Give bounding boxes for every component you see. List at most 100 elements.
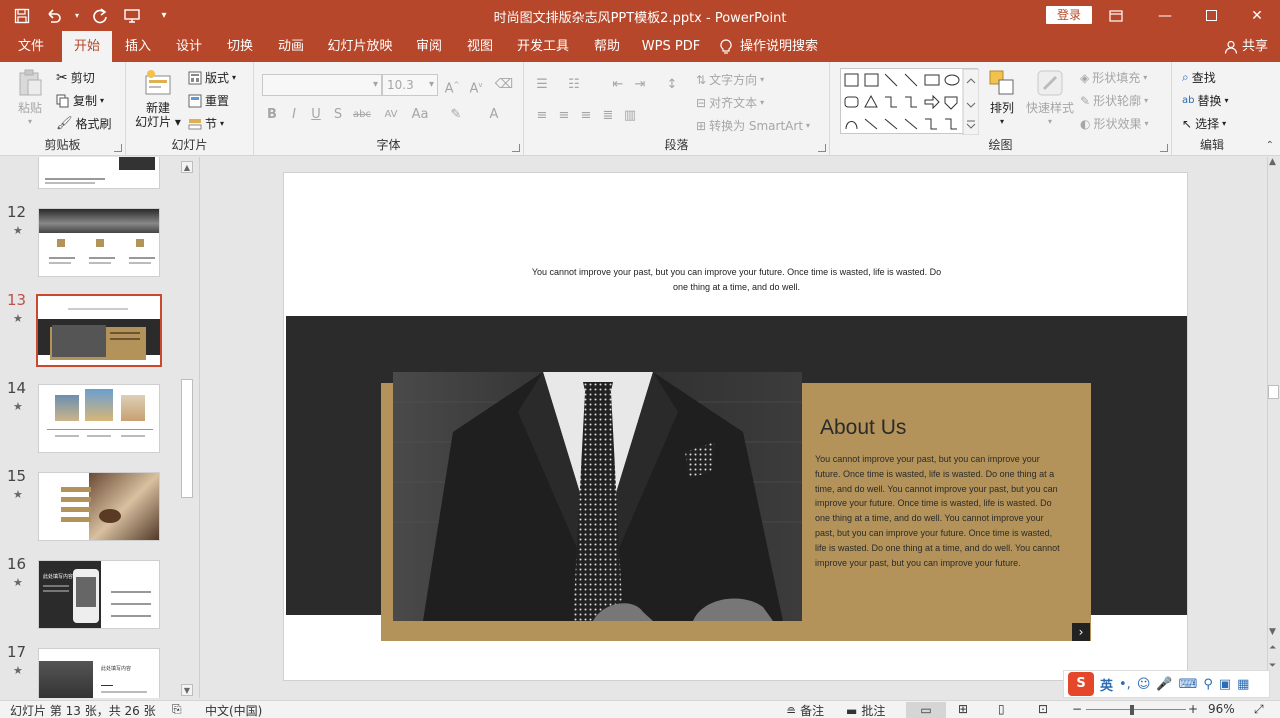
slide-thumbnail-14[interactable]	[38, 384, 160, 453]
paste-button[interactable]: 粘贴 ▾	[12, 68, 48, 129]
slide-sorter-icon[interactable]: ⊞	[958, 702, 968, 716]
replace-button[interactable]: ab 替换 ▾	[1182, 92, 1229, 109]
slide-thumbnail-12[interactable]	[38, 208, 160, 277]
shape-fill-button[interactable]: ◈ 形状填充 ▾	[1080, 69, 1147, 86]
zoom-out-icon[interactable]: −	[1072, 702, 1082, 716]
scroll-thumb[interactable]	[181, 379, 193, 498]
fit-slide-icon[interactable]: ⤢	[1254, 702, 1264, 717]
align-center-icon[interactable]: ≡	[554, 106, 574, 126]
select-button[interactable]: ↖ 选择 ▾	[1182, 115, 1226, 132]
slide-thumbnail-11[interactable]	[38, 157, 160, 189]
maximize-icon[interactable]	[1188, 0, 1234, 31]
numbering-icon[interactable]: ☷	[564, 75, 584, 95]
find-button[interactable]: ⌕ 查找	[1182, 69, 1216, 86]
chevron-down-icon[interactable]: ▾	[72, 2, 82, 30]
language-indicator[interactable]: 中文(中国)	[205, 702, 262, 718]
undo-icon[interactable]	[40, 2, 68, 30]
bullets-icon[interactable]: ☰	[532, 75, 552, 95]
increase-font-icon[interactable]: A^	[442, 75, 462, 96]
align-left-icon[interactable]: ≡	[532, 106, 552, 126]
minimize-icon[interactable]: —	[1142, 0, 1188, 31]
punctuation-icon[interactable]: •,	[1119, 677, 1131, 692]
shape-effects-button[interactable]: ◐ 形状效果 ▾	[1080, 115, 1149, 132]
sogou-logo-icon[interactable]: S	[1068, 672, 1094, 696]
thumbnail-scrollbar[interactable]: ▲ ▼	[179, 157, 195, 698]
tab-review[interactable]: 审阅	[407, 31, 451, 62]
login-button[interactable]: 登录	[1046, 6, 1092, 24]
tab-insert[interactable]: 插入	[116, 31, 160, 62]
close-icon[interactable]: ✕	[1234, 0, 1280, 31]
collapse-ribbon-icon[interactable]: ⌃	[1266, 140, 1274, 151]
format-painter-button[interactable]: 🖌 格式刷	[56, 115, 112, 132]
font-name-combo[interactable]: ▾	[262, 74, 382, 96]
tab-animations[interactable]: 动画	[269, 31, 313, 62]
tab-slideshow[interactable]: 幻灯片放映	[322, 31, 398, 62]
toolbox-icon[interactable]: ▦	[1237, 677, 1249, 692]
current-slide[interactable]: You cannot improve your past, but you ca…	[283, 172, 1188, 681]
normal-view-icon[interactable]: ▭	[906, 702, 946, 718]
tab-file[interactable]: 文件	[8, 31, 54, 62]
tell-me-search[interactable]: 操作说明搜索	[720, 31, 830, 62]
slide-thumbnail-15[interactable]	[38, 472, 160, 541]
user-icon[interactable]: ⚲	[1203, 677, 1213, 692]
scroll-down-icon[interactable]: ▼	[181, 684, 193, 696]
about-us-body[interactable]: You cannot improve your past, but you ca…	[815, 452, 1060, 570]
tab-wps-pdf[interactable]: WPS PDF	[636, 31, 706, 62]
ime-language-toggle[interactable]: 英	[1100, 675, 1113, 694]
slide-thumbnail-17[interactable]: 此处填写内容	[38, 648, 160, 698]
comments-button[interactable]: ▬ 批注	[846, 702, 885, 718]
strikethrough-button[interactable]: abc	[350, 105, 374, 125]
slide-quote-text[interactable]: You cannot improve your past, but you ca…	[524, 265, 949, 295]
tab-home[interactable]: 开始	[62, 31, 112, 62]
notes-button[interactable]: ≘ 备注	[786, 702, 824, 718]
align-text-button[interactable]: ⊟ 对齐文本 ▾	[696, 94, 764, 111]
layout-button[interactable]: 版式 ▾	[188, 69, 236, 86]
line-spacing-icon[interactable]: ↕	[662, 75, 682, 95]
slide-thumbnail-16[interactable]: 此处填写内容	[38, 560, 160, 629]
bold-button[interactable]: B	[262, 105, 282, 125]
italic-button[interactable]: I	[284, 105, 304, 125]
customize-qat-icon[interactable]: ▾	[150, 2, 178, 30]
quick-styles-button[interactable]: 快速样式 ▾	[1024, 68, 1076, 129]
copy-button[interactable]: 复制 ▾	[56, 92, 104, 109]
character-spacing-button[interactable]: AV	[378, 105, 404, 125]
scroll-thumb[interactable]	[1268, 385, 1279, 399]
paragraph-dialog-launcher-icon[interactable]	[818, 144, 826, 152]
cut-button[interactable]: ✂ 剪切	[56, 69, 95, 86]
reading-view-icon[interactable]: ▯	[998, 702, 1005, 716]
clear-formatting-icon[interactable]: ⌫	[494, 75, 514, 95]
change-case-button[interactable]: Aa	[406, 105, 434, 125]
zoom-slider-handle[interactable]	[1130, 705, 1134, 715]
tab-design[interactable]: 设计	[167, 31, 211, 62]
highlight-icon[interactable]: ✎	[446, 105, 466, 125]
scroll-up-icon[interactable]: ▲	[181, 161, 193, 173]
share-button[interactable]: 共享	[1224, 31, 1268, 62]
font-size-combo[interactable]: 10.3 ▾	[382, 74, 438, 96]
keyboard-icon[interactable]: ⌨	[1179, 677, 1198, 692]
columns-icon[interactable]: ▥	[620, 106, 640, 126]
suit-photo[interactable]	[393, 372, 802, 621]
decrease-font-icon[interactable]: Av	[466, 75, 486, 96]
font-color-button[interactable]: A	[484, 105, 504, 125]
save-icon[interactable]	[8, 2, 36, 30]
redo-icon[interactable]	[86, 2, 114, 30]
tab-view[interactable]: 视图	[458, 31, 502, 62]
underline-button[interactable]: U	[306, 105, 326, 125]
zoom-in-icon[interactable]: +	[1188, 702, 1198, 716]
increase-indent-icon[interactable]: ⇥	[630, 75, 650, 95]
justify-icon[interactable]: ≣	[598, 106, 618, 126]
tab-transitions[interactable]: 切换	[218, 31, 262, 62]
microphone-icon[interactable]: 🎤	[1156, 677, 1172, 692]
emoji-icon[interactable]: ☺	[1137, 677, 1151, 692]
zoom-slider[interactable]	[1086, 709, 1186, 710]
scroll-down-icon[interactable]: ▼	[1269, 627, 1276, 637]
next-slide-icon[interactable]: ⏷	[1269, 661, 1276, 671]
slide-thumbnail-13[interactable]	[36, 294, 162, 367]
shapes-gallery[interactable]	[840, 68, 980, 136]
arrange-button[interactable]: 排列 ▾	[984, 68, 1020, 129]
scroll-up-icon[interactable]: ▲	[1269, 157, 1276, 167]
convert-smartart-button[interactable]: ⊞ 转换为 SmartArt ▾	[696, 117, 810, 134]
slide-scrollbar[interactable]: ▲ ▼ ⏶ ⏷	[1267, 157, 1280, 698]
reset-button[interactable]: 重置	[188, 92, 229, 109]
slideshow-view-icon[interactable]: ⊡	[1038, 702, 1048, 716]
